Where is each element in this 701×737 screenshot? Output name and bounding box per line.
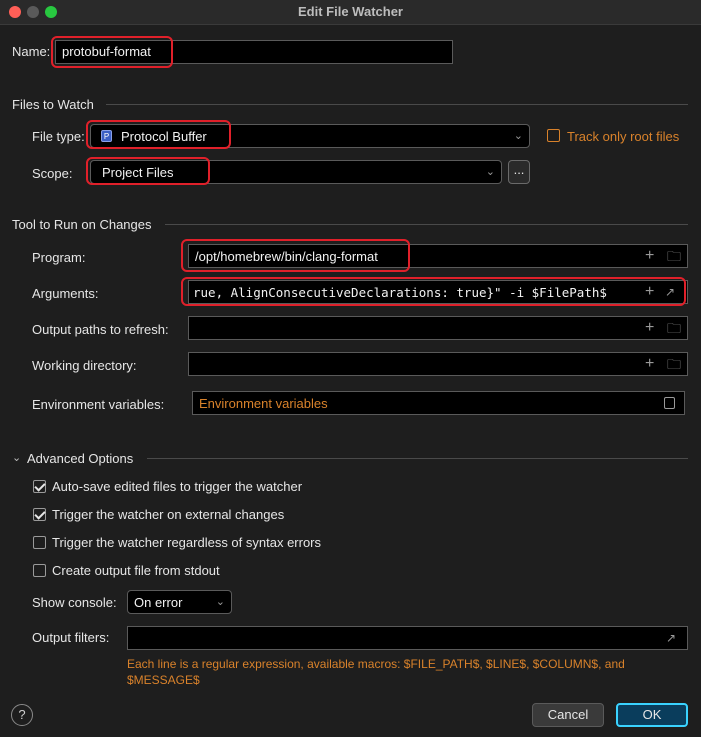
working-dir-label: Working directory: [32,358,137,373]
name-value: protobuf-format [62,44,151,59]
edit-env-vars-icon[interactable] [664,397,675,409]
section-divider [165,224,688,225]
auto-save-label: Auto-save edited files to trigger the wa… [52,479,303,494]
chevron-down-icon: ⌄ [513,130,523,142]
title-bar: Edit File Watcher [0,0,701,25]
folder-icon[interactable]: 🗀 [667,321,681,335]
file-type-dropdown[interactable]: P Protocol Buffer ⌄ [90,124,530,148]
file-type-value: Protocol Buffer [121,129,207,144]
scope-label: Scope: [32,166,73,181]
add-icon[interactable]: + [645,320,654,336]
chevron-down-icon: ⌄ [215,596,225,608]
chevron-down-icon[interactable]: ⌄ [12,451,21,464]
show-console-dropdown[interactable]: On error ⌄ [127,590,232,614]
section-divider [106,104,688,105]
chevron-down-icon: ⌄ [485,166,495,178]
name-label: Name: [12,44,51,59]
output-paths-label: Output paths to refresh: [32,322,169,337]
advanced-options-title[interactable]: Advanced Options [27,451,133,466]
arguments-input[interactable]: rue, AlignConsecutiveDeclarations: true}… [188,280,688,304]
tool-section-title: Tool to Run on Changes [12,217,152,232]
ok-button[interactable]: OK [616,703,688,727]
output-filters-input[interactable]: ↗ [127,626,688,650]
arguments-label: Arguments: [32,286,99,301]
help-button[interactable]: ? [11,704,33,726]
protocol-buffer-icon: P [101,130,112,142]
expand-icon[interactable]: ↗ [665,285,675,299]
cancel-button[interactable]: Cancel [532,703,604,727]
window-title: Edit File Watcher [298,4,403,19]
show-console-value: On error [134,595,183,610]
files-to-watch-title: Files to Watch [12,97,94,112]
folder-icon[interactable]: 🗀 [667,249,681,263]
external-changes-checkbox[interactable] [33,508,46,521]
create-output-label: Create output file from stdout [52,563,220,578]
syntax-errors-label: Trigger the watcher regardless of syntax… [52,535,322,550]
program-input[interactable]: /opt/homebrew/bin/clang-format + 🗀 [188,244,688,268]
output-filters-label: Output filters: [32,630,110,645]
expand-icon[interactable]: ↗ [666,631,676,645]
output-paths-input[interactable]: + 🗀 [188,316,688,340]
create-output-checkbox[interactable] [33,564,46,577]
add-macro-icon[interactable]: + [645,284,654,300]
macros-hint: Each line is a regular expression, avail… [127,657,625,687]
folder-icon[interactable]: 🗀 [667,357,681,371]
auto-save-checkbox[interactable] [33,480,46,493]
program-label: Program: [32,250,86,265]
arguments-value: rue, AlignConsecutiveDeclarations: true}… [193,285,607,300]
working-dir-input[interactable]: + 🗀 [188,352,688,376]
program-value: /opt/homebrew/bin/clang-format [195,249,378,264]
scope-browse-button[interactable]: ... [508,160,530,184]
add-macro-icon[interactable]: + [645,248,654,264]
env-vars-label: Environment variables: [32,397,165,412]
env-vars-placeholder: Environment variables [199,396,328,411]
external-changes-label: Trigger the watcher on external changes [52,507,285,522]
scope-dropdown[interactable]: Project Files ⌄ [90,160,502,184]
name-input[interactable]: protobuf-format [55,40,453,64]
env-vars-input[interactable]: Environment variables [192,391,685,415]
track-only-root-checkbox[interactable] [547,129,560,142]
scope-value: Project Files [102,165,174,180]
show-console-label: Show console: [32,595,117,610]
syntax-errors-checkbox[interactable] [33,536,46,549]
track-only-root-label: Track only root files [567,129,680,144]
section-divider [147,458,688,459]
add-macro-icon[interactable]: + [645,356,654,372]
file-type-label: File type: [32,129,85,144]
